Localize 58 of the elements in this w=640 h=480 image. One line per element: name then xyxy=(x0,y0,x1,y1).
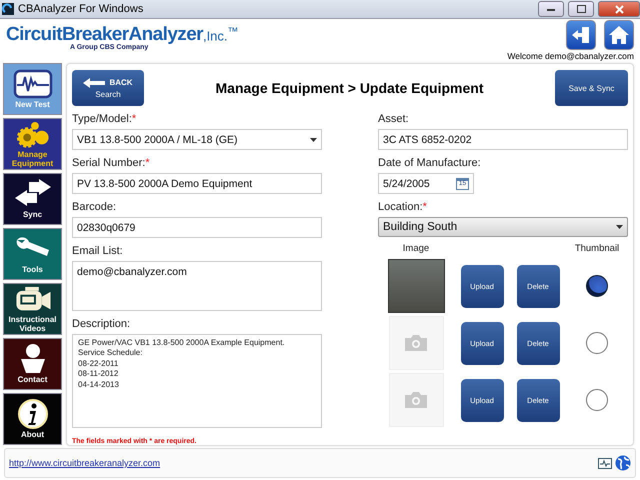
column-heading: Thumbnail xyxy=(574,243,620,254)
field-label: Date of Manufacture: xyxy=(378,157,482,169)
save-sync-button[interactable]: Save & Sync xyxy=(555,70,628,106)
field-label: Email List: xyxy=(72,245,124,257)
field-label: Location:* xyxy=(378,201,428,213)
sidebar-item[interactable]: About xyxy=(3,393,62,445)
monitor-chart-icon[interactable] xyxy=(598,458,612,468)
type-model-dropdown[interactable]: VB1 13.8-500 2000A / ML-18 (GE) xyxy=(72,129,322,150)
sidebar-item[interactable]: Tools xyxy=(3,228,62,280)
field-label: Type/Model:* xyxy=(72,113,138,125)
website-link[interactable]: http://www.circuitbreakeranalyzer.com xyxy=(9,458,160,468)
app-icon xyxy=(2,3,14,15)
waveform-icon xyxy=(12,68,52,99)
camera-icon xyxy=(405,392,427,408)
exit-icon xyxy=(570,24,592,46)
column-heading: Image xyxy=(402,243,430,254)
input-field[interactable]: 3C ATS 6852-0202 xyxy=(378,129,628,150)
thumbnail-radio[interactable] xyxy=(586,389,608,411)
sidebar-item[interactable]: Contact xyxy=(3,338,62,390)
home-icon xyxy=(608,24,630,46)
date-value: 5/24/2005 xyxy=(383,178,430,190)
close-button[interactable] xyxy=(598,1,640,17)
email-list-field[interactable]: demo@cbanalyzer.com xyxy=(72,261,322,311)
close-icon xyxy=(614,4,624,14)
minimize-icon xyxy=(547,8,555,10)
welcome-text: Welcome demo@cbanalyzer.com xyxy=(507,51,634,61)
thumbnail-radio[interactable] xyxy=(586,275,608,297)
globe-icon[interactable] xyxy=(615,455,631,471)
caret-icon xyxy=(616,225,623,229)
sidebar-item[interactable]: Sync xyxy=(3,173,62,225)
minimize-button[interactable] xyxy=(538,1,564,17)
field-label: Asset: xyxy=(378,113,410,125)
input-field[interactable]: PV 13.8-500 2000A Demo Equipment xyxy=(72,173,322,194)
left-arrow-icon xyxy=(83,78,106,88)
home-button[interactable] xyxy=(604,20,634,50)
thumbnail-radio[interactable] xyxy=(586,332,608,354)
maximize-button[interactable] xyxy=(568,1,594,17)
field-label: Barcode: xyxy=(72,201,118,213)
maximize-icon xyxy=(576,5,586,13)
field-label: Description: xyxy=(72,318,132,330)
back-button[interactable]: BACK Search xyxy=(72,70,144,106)
logo-suffix: ,Inc.$^{™}$ xyxy=(202,26,238,42)
back-label: BACK xyxy=(109,78,133,87)
back-sublabel: Search xyxy=(95,90,121,98)
field-label: Serial Number:* xyxy=(72,157,151,169)
caret-icon xyxy=(310,138,317,142)
sidebar-item[interactable]: Instructional Videos xyxy=(3,283,62,335)
window-title: CBAnalyzer For Windows xyxy=(18,3,144,15)
location-dropdown[interactable]: Building South xyxy=(378,217,628,237)
page-title: Manage Equipment > Update Equipment xyxy=(214,80,484,96)
description-field[interactable]: GE Power/VAC VB1 13.8-500 2000A Example Equipment. Service Schedule: 08-22-2011 08-11-2012 04-14-2013 xyxy=(72,334,322,428)
logo-title: CircuitBreakerAnalyzer xyxy=(6,25,203,44)
camera-icon xyxy=(405,335,427,351)
arrows-icon xyxy=(12,178,52,209)
photo-placeholder xyxy=(388,259,444,313)
input-field[interactable]: 02830q0679 xyxy=(72,217,322,238)
sidebar-item[interactable]: Manage Equipment xyxy=(3,118,62,170)
exit-button[interactable] xyxy=(566,20,596,50)
